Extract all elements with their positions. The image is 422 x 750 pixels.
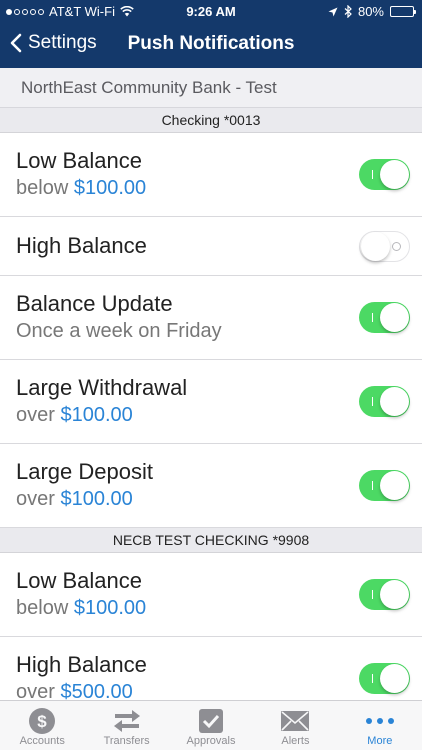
- notification-list[interactable]: NorthEast Community Bank - Test Checking…: [0, 68, 422, 700]
- bluetooth-icon: [344, 5, 352, 18]
- alert-condition: over $100.00: [16, 488, 133, 511]
- more-dots-icon: [365, 707, 395, 735]
- alert-threshold-amount[interactable]: $100.00: [74, 177, 146, 199]
- tab-label: Transfers: [103, 735, 150, 747]
- toggle-knob: [380, 580, 409, 609]
- alert-row-low-balance: Low Balance below $100.00: [0, 133, 422, 217]
- tab-label: Alerts: [281, 735, 310, 747]
- toggle-knob: [380, 303, 409, 332]
- alert-condition-label: over: [16, 404, 55, 426]
- toggle-knob: [361, 232, 390, 261]
- alert-title: Large Withdrawal: [16, 375, 188, 400]
- alert-title: High Balance: [16, 233, 147, 258]
- header: AT&T Wi-Fi 9:26 AM 80% Settings Push Not…: [0, 0, 422, 68]
- alert-row-large-withdrawal: Large Withdrawal over $100.00: [0, 360, 422, 444]
- toggle-off-mark-icon: [392, 242, 401, 251]
- toggle-knob: [380, 387, 409, 416]
- status-bar: AT&T Wi-Fi 9:26 AM 80%: [0, 0, 422, 24]
- alert-toggle-switch[interactable]: [359, 159, 410, 190]
- tab-alerts[interactable]: Alerts: [253, 701, 337, 750]
- alert-row-large-deposit: Large Deposit over $100.00: [0, 444, 422, 528]
- tab-accounts[interactable]: $ Accounts: [0, 701, 84, 750]
- alert-condition-label: Once a week on Friday: [16, 320, 222, 342]
- alert-threshold-amount[interactable]: $100.00: [74, 597, 146, 619]
- location-arrow-icon: [328, 7, 338, 16]
- alert-row-low-balance: Low Balance below $100.00: [0, 553, 422, 637]
- tab-label: More: [367, 735, 393, 747]
- toggle-knob: [380, 664, 409, 693]
- tab-label: Accounts: [19, 735, 65, 747]
- toggle-knob: [380, 471, 409, 500]
- bank-name-header: NorthEast Community Bank - Test: [0, 68, 422, 108]
- alert-title: Large Deposit: [16, 459, 153, 484]
- tab-bar: $ Accounts Transfers Approvals Alerts More: [0, 700, 422, 750]
- alert-toggle-switch[interactable]: [359, 386, 410, 417]
- alert-row-high-balance: High Balance over $500.00: [0, 637, 422, 700]
- alert-title: High Balance: [16, 652, 147, 677]
- alert-toggle-switch[interactable]: [359, 470, 410, 501]
- checkbox-icon: [198, 707, 224, 735]
- tab-transfers[interactable]: Transfers: [84, 701, 168, 750]
- alert-title: Low Balance: [16, 148, 142, 173]
- alert-threshold-amount[interactable]: $100.00: [60, 404, 132, 426]
- alert-condition: over $100.00: [16, 404, 133, 427]
- alert-condition-label: over: [16, 488, 55, 510]
- battery-icon: [390, 6, 416, 17]
- alert-row-balance-update: Balance Update Once a week on Friday: [0, 276, 422, 360]
- toggle-on-mark-icon: [372, 170, 373, 179]
- tab-label: Approvals: [186, 735, 236, 747]
- envelope-icon: [280, 707, 310, 735]
- alert-title: Balance Update: [16, 291, 173, 316]
- toggle-knob: [380, 160, 409, 189]
- alert-title: Low Balance: [16, 568, 142, 593]
- toggle-on-mark-icon: [372, 397, 373, 406]
- alert-threshold-amount[interactable]: $500.00: [60, 681, 132, 700]
- accounts-container: Checking *0013 Low Balance below $100.00 Hi…: [0, 108, 422, 700]
- alert-toggle-switch[interactable]: [359, 579, 410, 610]
- alert-condition: over $500.00: [16, 681, 133, 700]
- alert-condition: Once a week on Friday: [16, 320, 222, 343]
- svg-text:$: $: [37, 712, 47, 731]
- navigation-bar: Settings Push Notifications: [0, 24, 422, 68]
- alert-toggle-switch[interactable]: [359, 231, 410, 262]
- battery-percent: 80%: [357, 4, 384, 19]
- transfer-arrows-icon: [112, 707, 142, 735]
- alert-toggle-switch[interactable]: [359, 663, 410, 694]
- alert-row-high-balance: High Balance: [0, 217, 422, 276]
- alert-condition: below $100.00: [16, 177, 146, 200]
- alert-condition-label: below: [16, 177, 69, 199]
- toggle-on-mark-icon: [372, 313, 373, 322]
- alert-toggle-switch[interactable]: [359, 302, 410, 333]
- alert-condition: below $100.00: [16, 597, 146, 620]
- account-section-header: NECB TEST CHECKING *9908: [0, 528, 422, 553]
- account-section-header: Checking *0013: [0, 108, 422, 133]
- alert-threshold-amount[interactable]: $100.00: [60, 488, 132, 510]
- toggle-on-mark-icon: [372, 481, 373, 490]
- toggle-on-mark-icon: [372, 590, 373, 599]
- toggle-on-mark-icon: [372, 674, 373, 683]
- alert-condition-label: below: [16, 597, 69, 619]
- tab-approvals[interactable]: Approvals: [169, 701, 253, 750]
- alert-condition-label: over: [16, 681, 55, 700]
- dollar-coin-icon: $: [28, 707, 56, 735]
- tab-more[interactable]: More: [338, 701, 422, 750]
- page-title: Push Notifications: [127, 33, 295, 54]
